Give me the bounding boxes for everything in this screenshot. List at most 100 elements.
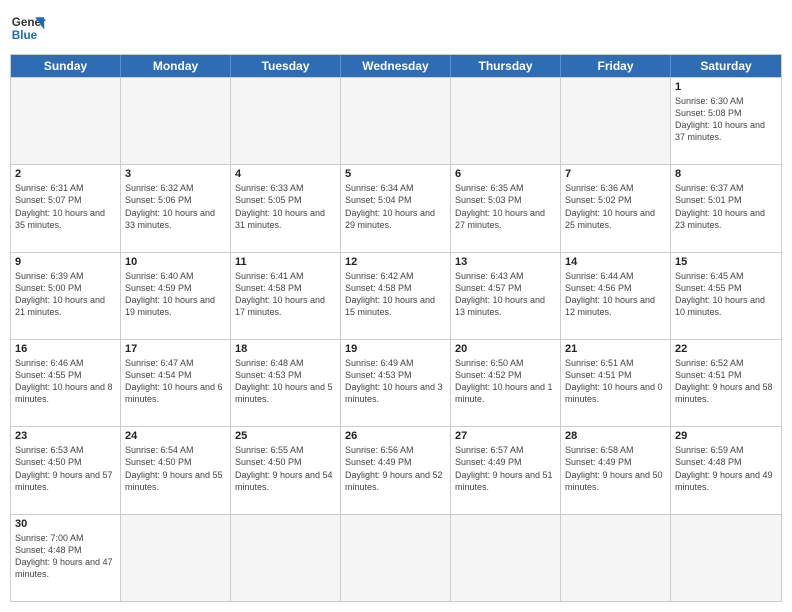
weekday-header-saturday: Saturday bbox=[671, 55, 781, 77]
calendar-empty-cell bbox=[121, 515, 231, 601]
calendar-day-17: 17 Sunrise: 6:47 AM Sunset: 4:54 PM Dayli… bbox=[121, 340, 231, 426]
calendar-empty-cell bbox=[341, 78, 451, 164]
day-number: 14 bbox=[565, 256, 666, 268]
calendar-day-13: 13 Sunrise: 6:43 AM Sunset: 4:57 PM Dayli… bbox=[451, 253, 561, 339]
day-sun-info: Sunrise: 6:39 AM Sunset: 5:00 PM Dayligh… bbox=[15, 270, 116, 319]
day-number: 8 bbox=[675, 168, 777, 180]
weekday-header-thursday: Thursday bbox=[451, 55, 561, 77]
calendar-header-row: SundayMondayTuesdayWednesdayThursdayFrid… bbox=[11, 55, 781, 77]
calendar-day-1: 1 Sunrise: 6:30 AM Sunset: 5:08 PM Daylig… bbox=[671, 78, 781, 164]
calendar-empty-cell bbox=[231, 78, 341, 164]
calendar-day-22: 22Sunrise: 6:52 AM Sunset: 4:51 PM Dayli… bbox=[671, 340, 781, 426]
calendar-day-28: 28Sunrise: 6:58 AM Sunset: 4:49 PM Dayli… bbox=[561, 427, 671, 513]
day-number: 17 bbox=[125, 343, 226, 355]
day-number: 19 bbox=[345, 343, 446, 355]
day-sun-info: Sunrise: 6:40 AM Sunset: 4:59 PM Dayligh… bbox=[125, 270, 226, 319]
calendar-day-29: 29 Sunrise: 6:59 AM Sunset: 4:48 PM Dayli… bbox=[671, 427, 781, 513]
day-number: 10 bbox=[125, 256, 226, 268]
day-sun-info: Sunrise: 6:33 AM Sunset: 5:05 PM Dayligh… bbox=[235, 182, 336, 231]
day-sun-info: Sunrise: 6:53 AM Sunset: 4:50 PM Dayligh… bbox=[15, 444, 116, 493]
calendar-week-2: 2 Sunrise: 6:31 AM Sunset: 5:07 PM Daylig… bbox=[11, 164, 781, 251]
day-number: 9 bbox=[15, 256, 116, 268]
calendar-day-23: 23 Sunrise: 6:53 AM Sunset: 4:50 PM Dayli… bbox=[11, 427, 121, 513]
day-number: 26 bbox=[345, 430, 446, 442]
calendar-empty-cell bbox=[341, 515, 451, 601]
calendar-day-6: 6Sunrise: 6:35 AM Sunset: 5:03 PM Daylig… bbox=[451, 165, 561, 251]
calendar-week-5: 23 Sunrise: 6:53 AM Sunset: 4:50 PM Dayli… bbox=[11, 426, 781, 513]
day-number: 20 bbox=[455, 343, 556, 355]
calendar-day-18: 18 Sunrise: 6:48 AM Sunset: 4:53 PM Dayli… bbox=[231, 340, 341, 426]
calendar-day-2: 2 Sunrise: 6:31 AM Sunset: 5:07 PM Daylig… bbox=[11, 165, 121, 251]
day-sun-info: Sunrise: 6:59 AM Sunset: 4:48 PM Dayligh… bbox=[675, 444, 777, 493]
day-sun-info: Sunrise: 6:55 AM Sunset: 4:50 PM Dayligh… bbox=[235, 444, 336, 493]
calendar-day-12: 12 Sunrise: 6:42 AM Sunset: 4:58 PM Dayli… bbox=[341, 253, 451, 339]
day-sun-info: Sunrise: 6:34 AM Sunset: 5:04 PM Dayligh… bbox=[345, 182, 446, 231]
calendar-day-30: 30 Sunrise: 7:00 AM Sunset: 4:48 PM Dayli… bbox=[11, 515, 121, 601]
day-sun-info: Sunrise: 6:32 AM Sunset: 5:06 PM Dayligh… bbox=[125, 182, 226, 231]
day-number: 12 bbox=[345, 256, 446, 268]
day-sun-info: Sunrise: 6:31 AM Sunset: 5:07 PM Dayligh… bbox=[15, 182, 116, 231]
calendar-day-16: 16Sunrise: 6:46 AM Sunset: 4:55 PM Dayli… bbox=[11, 340, 121, 426]
day-number: 6 bbox=[455, 168, 556, 180]
day-number: 28 bbox=[565, 430, 666, 442]
weekday-header-monday: Monday bbox=[121, 55, 231, 77]
day-number: 15 bbox=[675, 256, 777, 268]
weekday-header-tuesday: Tuesday bbox=[231, 55, 341, 77]
day-sun-info: Sunrise: 6:48 AM Sunset: 4:53 PM Dayligh… bbox=[235, 357, 336, 406]
day-number: 23 bbox=[15, 430, 116, 442]
calendar-empty-cell bbox=[11, 78, 121, 164]
day-sun-info: Sunrise: 6:36 AM Sunset: 5:02 PM Dayligh… bbox=[565, 182, 666, 231]
day-sun-info: Sunrise: 6:41 AM Sunset: 4:58 PM Dayligh… bbox=[235, 270, 336, 319]
header: General Blue bbox=[10, 10, 782, 46]
day-number: 18 bbox=[235, 343, 336, 355]
day-number: 29 bbox=[675, 430, 777, 442]
day-number: 4 bbox=[235, 168, 336, 180]
day-sun-info: Sunrise: 7:00 AM Sunset: 4:48 PM Dayligh… bbox=[15, 532, 116, 581]
day-sun-info: Sunrise: 6:30 AM Sunset: 5:08 PM Dayligh… bbox=[675, 95, 777, 144]
calendar-day-7: 7 Sunrise: 6:36 AM Sunset: 5:02 PM Daylig… bbox=[561, 165, 671, 251]
svg-text:Blue: Blue bbox=[12, 29, 38, 42]
calendar-empty-cell bbox=[451, 78, 561, 164]
calendar-day-20: 20Sunrise: 6:50 AM Sunset: 4:52 PM Dayli… bbox=[451, 340, 561, 426]
day-number: 30 bbox=[15, 518, 116, 530]
calendar-empty-cell bbox=[121, 78, 231, 164]
day-sun-info: Sunrise: 6:47 AM Sunset: 4:54 PM Dayligh… bbox=[125, 357, 226, 406]
day-sun-info: Sunrise: 6:44 AM Sunset: 4:56 PM Dayligh… bbox=[565, 270, 666, 319]
day-number: 21 bbox=[565, 343, 666, 355]
calendar-week-3: 9 Sunrise: 6:39 AM Sunset: 5:00 PM Daylig… bbox=[11, 252, 781, 339]
calendar-day-9: 9 Sunrise: 6:39 AM Sunset: 5:00 PM Daylig… bbox=[11, 253, 121, 339]
day-number: 1 bbox=[675, 81, 777, 93]
day-number: 25 bbox=[235, 430, 336, 442]
calendar-day-14: 14 Sunrise: 6:44 AM Sunset: 4:56 PM Dayli… bbox=[561, 253, 671, 339]
calendar-day-24: 24 Sunrise: 6:54 AM Sunset: 4:50 PM Dayli… bbox=[121, 427, 231, 513]
day-number: 5 bbox=[345, 168, 446, 180]
weekday-header-wednesday: Wednesday bbox=[341, 55, 451, 77]
general-blue-logo-icon: General Blue bbox=[10, 10, 46, 46]
calendar-day-15: 15Sunrise: 6:45 AM Sunset: 4:55 PM Dayli… bbox=[671, 253, 781, 339]
calendar-empty-cell bbox=[231, 515, 341, 601]
weekday-header-sunday: Sunday bbox=[11, 55, 121, 77]
day-sun-info: Sunrise: 6:43 AM Sunset: 4:57 PM Dayligh… bbox=[455, 270, 556, 319]
day-number: 16 bbox=[15, 343, 116, 355]
day-sun-info: Sunrise: 6:49 AM Sunset: 4:53 PM Dayligh… bbox=[345, 357, 446, 406]
day-number: 11 bbox=[235, 256, 336, 268]
calendar-day-4: 4 Sunrise: 6:33 AM Sunset: 5:05 PM Daylig… bbox=[231, 165, 341, 251]
day-number: 3 bbox=[125, 168, 226, 180]
calendar-day-19: 19 Sunrise: 6:49 AM Sunset: 4:53 PM Dayli… bbox=[341, 340, 451, 426]
calendar-week-1: 1 Sunrise: 6:30 AM Sunset: 5:08 PM Daylig… bbox=[11, 77, 781, 164]
day-sun-info: Sunrise: 6:51 AM Sunset: 4:51 PM Dayligh… bbox=[565, 357, 666, 406]
day-number: 24 bbox=[125, 430, 226, 442]
calendar: SundayMondayTuesdayWednesdayThursdayFrid… bbox=[10, 54, 782, 602]
calendar-empty-cell bbox=[561, 515, 671, 601]
day-sun-info: Sunrise: 6:42 AM Sunset: 4:58 PM Dayligh… bbox=[345, 270, 446, 319]
day-number: 2 bbox=[15, 168, 116, 180]
day-sun-info: Sunrise: 6:56 AM Sunset: 4:49 PM Dayligh… bbox=[345, 444, 446, 493]
day-number: 22 bbox=[675, 343, 777, 355]
calendar-body: 1 Sunrise: 6:30 AM Sunset: 5:08 PM Daylig… bbox=[11, 77, 781, 601]
day-number: 7 bbox=[565, 168, 666, 180]
day-number: 27 bbox=[455, 430, 556, 442]
calendar-day-3: 3 Sunrise: 6:32 AM Sunset: 5:06 PM Daylig… bbox=[121, 165, 231, 251]
day-number: 13 bbox=[455, 256, 556, 268]
day-sun-info: Sunrise: 6:54 AM Sunset: 4:50 PM Dayligh… bbox=[125, 444, 226, 493]
day-sun-info: Sunrise: 6:57 AM Sunset: 4:49 PM Dayligh… bbox=[455, 444, 556, 493]
